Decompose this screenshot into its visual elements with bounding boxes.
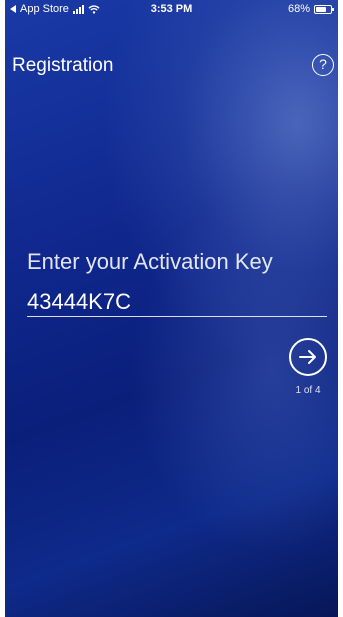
status-right: 68% [287, 3, 334, 15]
battery-icon [314, 4, 334, 14]
activation-key-label: Enter your Activation Key [27, 249, 273, 274]
registration-screen: App Store 3:53 PM 68% Registration ? Ent… [5, 0, 338, 617]
battery-fill [316, 6, 326, 12]
help-button[interactable]: ? [312, 54, 334, 76]
activation-key-input[interactable] [27, 287, 327, 317]
next-button[interactable] [289, 338, 327, 376]
step-indicator: 1 of 4 [295, 385, 321, 396]
battery-percent: 68% [287, 3, 310, 15]
arrow-right-icon [299, 350, 316, 364]
status-bar: App Store 3:53 PM 68% [5, 0, 338, 20]
page-title: Registration [12, 55, 114, 76]
